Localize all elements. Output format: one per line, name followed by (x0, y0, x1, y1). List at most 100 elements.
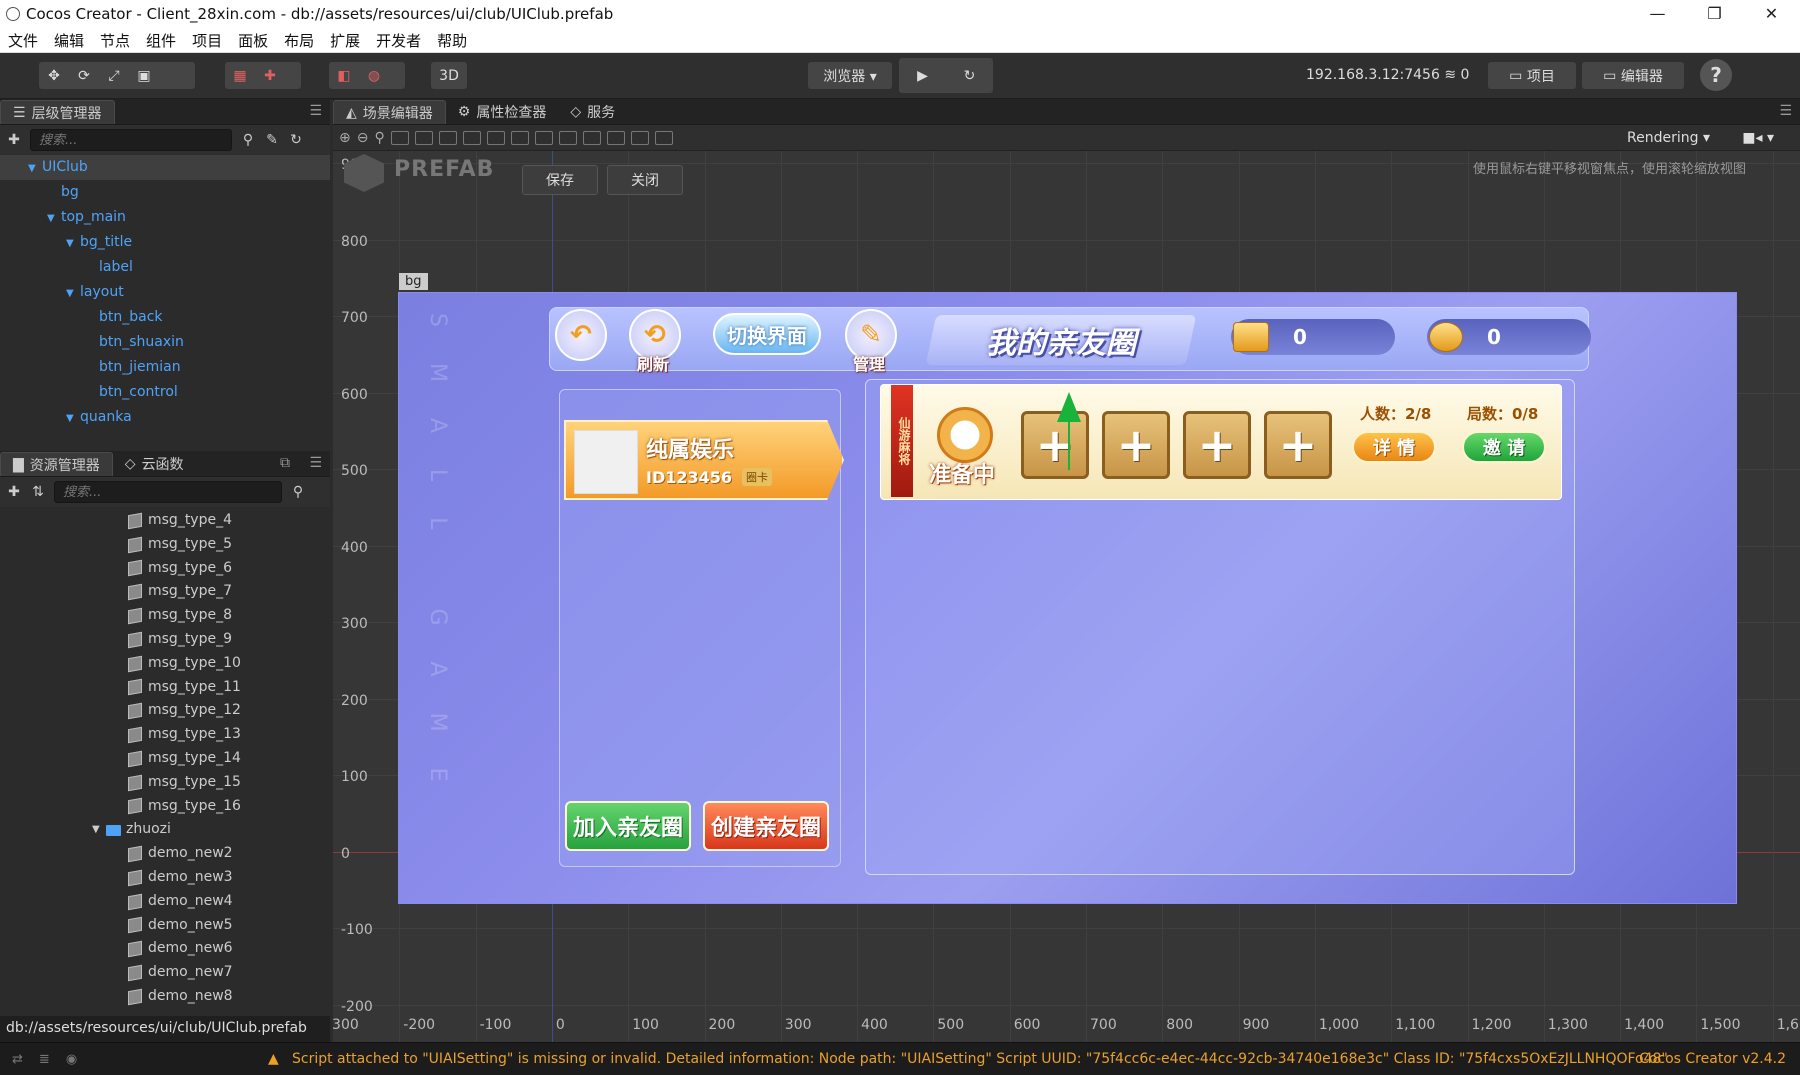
asset-item[interactable]: msg_type_4 (0, 509, 330, 533)
asset-item[interactable]: demo_new3 (0, 866, 330, 890)
menu-extension[interactable]: 扩展 (322, 30, 368, 51)
menu-panel[interactable]: 面板 (230, 30, 276, 51)
expand-arrow-icon[interactable]: ▼ (66, 406, 80, 430)
locate-icon[interactable]: ✎ (264, 132, 280, 148)
panel-menu-icon[interactable]: ☰ (309, 455, 322, 471)
hierarchy-node[interactable]: label (0, 255, 330, 280)
refresh-icon[interactable]: ↻ (288, 132, 304, 148)
game-canvas[interactable]: SMALL GAME ↶ ⟲ 刷新 切换界面 ✎ 管理 我的亲友圈 0 0 纯属… (398, 292, 1737, 904)
asset-item[interactable]: msg_type_15 (0, 771, 330, 795)
menu-file[interactable]: 文件 (0, 30, 46, 51)
database-icon[interactable]: ≣ (39, 1052, 50, 1067)
center-icon[interactable]: ✚ (255, 62, 285, 89)
asset-item[interactable]: msg_type_13 (0, 723, 330, 747)
expand-arrow-icon[interactable]: ▼ (28, 156, 42, 181)
distribute-left-icon[interactable] (606, 130, 625, 145)
asset-item[interactable]: msg_type_11 (0, 676, 330, 700)
eye-icon[interactable]: ◉ (66, 1052, 77, 1067)
align-left-icon[interactable] (390, 130, 409, 145)
hierarchy-node[interactable]: ▼ top_main (0, 205, 330, 230)
hierarchy-node[interactable]: btn_back (0, 305, 330, 330)
expand-arrow-icon[interactable]: ▼ (92, 818, 106, 842)
asset-item[interactable]: msg_type_7 (0, 580, 330, 604)
zoom-out-icon[interactable]: ⊖ (357, 130, 369, 146)
empty-seat-button[interactable]: + (1264, 411, 1332, 479)
hierarchy-node[interactable]: ▼ bg_title (0, 230, 330, 255)
rotate-tool-icon[interactable]: ⟳ (69, 62, 99, 89)
distribute-top-icon[interactable] (534, 130, 553, 145)
toggle-3d-button[interactable]: 3D (431, 62, 467, 89)
hierarchy-node[interactable]: ▼ layout (0, 280, 330, 305)
empty-seat-button[interactable]: + (1183, 411, 1251, 479)
asset-item[interactable]: demo_new5 (0, 914, 330, 938)
distribute-middle-icon[interactable] (558, 130, 577, 145)
tab-scene-editor[interactable]: ◭ 场景编辑器 (333, 100, 446, 124)
details-button[interactable]: 详 情 (1352, 431, 1436, 463)
minimize-button[interactable]: — (1629, 0, 1686, 28)
menu-help[interactable]: 帮助 (429, 30, 475, 51)
zoom-reset-icon[interactable]: ⚲ (374, 130, 384, 146)
hierarchy-node[interactable]: btn_shuaxin (0, 330, 330, 355)
align-hcenter-icon[interactable] (414, 130, 433, 145)
empty-seat-button[interactable]: + (1102, 411, 1170, 479)
tab-assets[interactable]: ▇ 资源管理器 (0, 452, 113, 476)
close-window-button[interactable]: ✕ (1743, 0, 1800, 28)
close-prefab-button[interactable]: 关闭 (607, 165, 683, 195)
assets-search-input[interactable] (54, 481, 282, 503)
status-message[interactable]: Script attached to "UIAISetting" is miss… (292, 1051, 1668, 1067)
hierarchy-node[interactable]: ▼ quanka (0, 405, 330, 430)
invite-button[interactable]: 邀 请 (1462, 431, 1546, 463)
club-card[interactable]: 纯属娱乐 ID123456 圈卡 (564, 420, 844, 500)
asset-item[interactable]: demo_new8 (0, 985, 330, 1007)
align-bottom-icon[interactable] (510, 130, 529, 145)
distribute-right-icon[interactable] (654, 130, 673, 145)
open-project-button[interactable]: ▭ 项目 (1488, 62, 1576, 89)
asset-item[interactable]: msg_type_8 (0, 604, 330, 628)
menu-project[interactable]: 项目 (184, 30, 230, 51)
panel-menu-icon[interactable]: ☰ (309, 103, 322, 119)
align-vcenter-icon[interactable] (486, 130, 505, 145)
menu-component[interactable]: 组件 (138, 30, 184, 51)
hierarchy-search-input[interactable] (30, 129, 232, 151)
camera-icon[interactable]: ■◂ ▾ (1742, 130, 1774, 146)
back-button[interactable]: ↶ (555, 309, 607, 361)
expand-arrow-icon[interactable]: ▼ (66, 231, 80, 256)
move-gizmo-arrow[interactable] (1057, 392, 1081, 422)
search-icon[interactable]: ⚲ (290, 484, 306, 500)
tab-cloud-functions[interactable]: ◇ 云函数 (113, 452, 196, 476)
align-right-icon[interactable] (438, 130, 457, 145)
menu-developer[interactable]: 开发者 (368, 30, 429, 51)
tab-services[interactable]: ◇ 服务 (558, 100, 627, 124)
asset-item[interactable]: demo_new6 (0, 937, 330, 961)
align-top-icon[interactable] (462, 130, 481, 145)
global-space-icon[interactable]: ◍ (359, 62, 389, 89)
asset-item[interactable]: msg_type_12 (0, 699, 330, 723)
play-icon[interactable]: ▶ (899, 58, 946, 93)
asset-item[interactable]: demo_new2 (0, 842, 330, 866)
open-editor-button[interactable]: ▭ 编辑器 (1582, 62, 1684, 89)
switch-view-button[interactable]: 切换界面 (713, 313, 821, 355)
zoom-in-icon[interactable]: ⊕ (339, 130, 351, 146)
restore-button[interactable]: ❐ (1686, 0, 1743, 28)
expand-arrow-icon[interactable]: ▼ (66, 281, 80, 306)
rect-tool-icon[interactable]: ▣ (129, 62, 159, 89)
refresh-preview-icon[interactable]: ↻ (946, 58, 993, 93)
join-club-button[interactable]: 加入亲友圈 (565, 801, 691, 851)
menu-node[interactable]: 节点 (92, 30, 138, 51)
hierarchy-node[interactable]: btn_jiemian (0, 355, 330, 380)
asset-item[interactable]: demo_new7 (0, 961, 330, 985)
popout-icon[interactable]: ⧉ (280, 455, 290, 471)
scale-tool-icon[interactable]: ⤢ (99, 62, 129, 89)
asset-item[interactable]: ▼ zhuozi (0, 818, 330, 842)
asset-item[interactable]: msg_type_5 (0, 533, 330, 557)
browser-select[interactable]: 浏览器 ▾ (808, 62, 892, 89)
tab-inspector[interactable]: ⚙ 属性检查器 (446, 100, 559, 124)
distribute-bottom-icon[interactable] (582, 130, 601, 145)
tab-hierarchy[interactable]: ☰ 层级管理器 (0, 100, 115, 124)
add-node-icon[interactable]: ✚ (6, 132, 22, 148)
hierarchy-node[interactable]: btn_control (0, 380, 330, 405)
hierarchy-node[interactable]: ▼ UIClub (0, 155, 330, 180)
asset-item[interactable]: msg_type_9 (0, 628, 330, 652)
pivot-icon[interactable]: ▦ (225, 62, 255, 89)
create-club-button[interactable]: 创建亲友圈 (703, 801, 829, 851)
